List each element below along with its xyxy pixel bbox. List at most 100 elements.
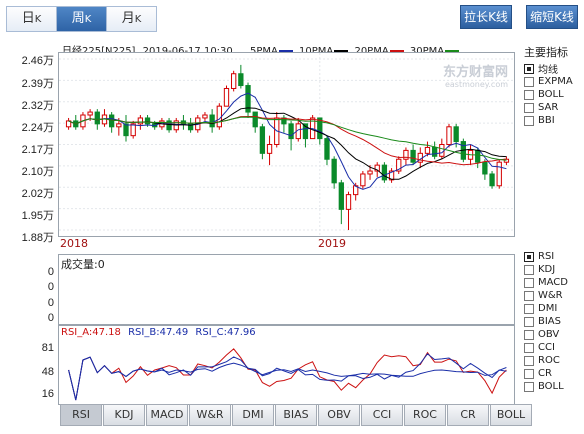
indicator-tabs: RSI KDJ MACD W&R DMI BIAS OBV CCI ROC CR… [60,404,533,426]
tab-boll[interactable]: BOLL [490,404,532,426]
tab-wr[interactable]: W&R [189,404,231,426]
sub-cci-checkbox[interactable]: CCI [524,341,582,354]
candle-body [288,123,294,140]
sub-macd-checkbox[interactable]: MACD [524,276,582,289]
price-tick: 2.46万 [21,55,54,67]
price-tick: 2.32万 [21,100,54,112]
rsi-tick: 48 [41,366,54,378]
sub-kdj-checkbox[interactable]: KDJ [524,263,582,276]
indicator-boll-checkbox[interactable]: BOLL [524,88,582,101]
watermark-url: eastmoney.com [444,80,508,89]
rsi-b-line [68,353,507,401]
price-tick: 2.39万 [21,78,54,90]
tab-rsi[interactable]: RSI [60,404,102,426]
price-chart-frame: 东方财富网 eastmoney.com [58,52,515,237]
tab-dmi[interactable]: DMI [232,404,274,426]
tab-week-k[interactable]: 周K [57,7,107,31]
year-label-2018: 2018 [60,237,88,250]
indicator-ma-checkbox[interactable]: 均线 [524,62,582,76]
tab-kdj[interactable]: KDJ [103,404,145,426]
candle-body [266,144,273,154]
stretch-k-button[interactable]: 拉长K线 [460,5,512,29]
candle-body [431,146,438,157]
candle-body [424,146,431,154]
candle-body [482,161,488,175]
sub-wr-checkbox[interactable]: W&R [524,289,582,302]
tab-bias[interactable]: BIAS [275,404,317,426]
rsi-c-label: RSI_C:47.96 [195,327,256,338]
rsi-panel: RSI_A:47.18 RSI_B:47.49 RSI_C:47.96 [58,325,515,405]
rsi-tick: 81 [41,342,54,354]
price-tick: 1.95万 [21,210,54,222]
candle-body [94,111,100,125]
candle-body [130,123,136,137]
rsi-legend: RSI_A:47.18 RSI_B:47.49 RSI_C:47.96 [61,327,256,338]
watermark-name: 东方财富网 [442,65,508,80]
candle-body [259,126,266,154]
rsi-b-label: RSI_B:47.49 [128,327,189,338]
indicator-bbi-checkbox[interactable]: BBI [524,114,582,127]
candle-body [87,111,93,116]
volume-tick: 0 [47,297,54,309]
candle-body [338,182,344,210]
shrink-k-button[interactable]: 缩短K线 [526,5,578,29]
candle-body [496,161,502,187]
tab-obv[interactable]: OBV [318,404,360,426]
price-tick: 2.17万 [21,144,54,156]
candle-body [166,120,172,131]
candle-body [252,111,258,128]
candle-body [381,164,388,181]
sub-bias-checkbox[interactable]: BIAS [524,315,582,328]
candle-body [209,114,215,128]
sub-indicator-panel: RSI KDJ MACD W&R DMI BIAS OBV CCI ROC CR… [524,250,582,393]
candle-body [475,149,481,163]
tab-roc[interactable]: ROC [404,404,446,426]
candle-body [216,105,222,128]
rsi-tick: 16 [41,388,54,400]
rsi-a-line [68,348,507,401]
tab-month-k[interactable]: 月K [107,7,156,31]
candle-body [116,123,122,128]
indicator-sar-checkbox[interactable]: SAR [524,101,582,114]
rsi-a-label: RSI_A:47.18 [61,327,121,338]
candle-body [439,144,445,157]
price-tick: 2.24万 [21,122,54,134]
candle-body [489,173,495,187]
candle-body [324,138,330,160]
sub-cr-checkbox[interactable]: CR [524,367,582,380]
volume-tick: 0 [47,281,54,293]
candle-body [144,117,151,125]
candle-body [109,114,115,128]
candle-body [453,126,459,143]
sub-boll-checkbox[interactable]: BOLL [524,380,582,393]
candle-body [410,149,416,163]
candle-body [367,170,373,175]
candle-body [238,73,244,87]
candle-body [137,117,144,125]
volume-title: 成交量:0 [61,258,105,271]
volume-tick: 0 [47,312,54,324]
tab-day-k[interactable]: 日K [7,7,57,31]
tab-cci[interactable]: CCI [361,404,403,426]
rsi-c-line [68,356,507,401]
sub-obv-checkbox[interactable]: OBV [524,328,582,341]
period-tabs: 日K 周K 月K [6,6,157,32]
indicator-expma-checkbox[interactable]: EXPMA [524,75,582,88]
sub-dmi-checkbox[interactable]: DMI [524,302,582,315]
candle-body [231,73,237,89]
tab-macd[interactable]: MACD [146,404,188,426]
tab-cr[interactable]: CR [447,404,489,426]
candle-body [123,123,129,137]
candle-body [360,173,366,187]
main-indicator-panel: 主要指标 均线 EXPMA BOLL SAR BBI [524,44,582,127]
sub-roc-checkbox[interactable]: ROC [524,354,582,367]
price-tick: 2.02万 [21,188,54,200]
main-indicator-title: 主要指标 [524,46,568,59]
candle-body [202,114,208,119]
candle-body [331,158,337,184]
volume-tick: 0 [47,266,54,278]
price-tick: 1.88万 [21,232,54,244]
sub-rsi-checkbox[interactable]: RSI [524,250,582,263]
candle-body [223,87,230,107]
watermark: 东方财富网 eastmoney.com [443,61,508,89]
